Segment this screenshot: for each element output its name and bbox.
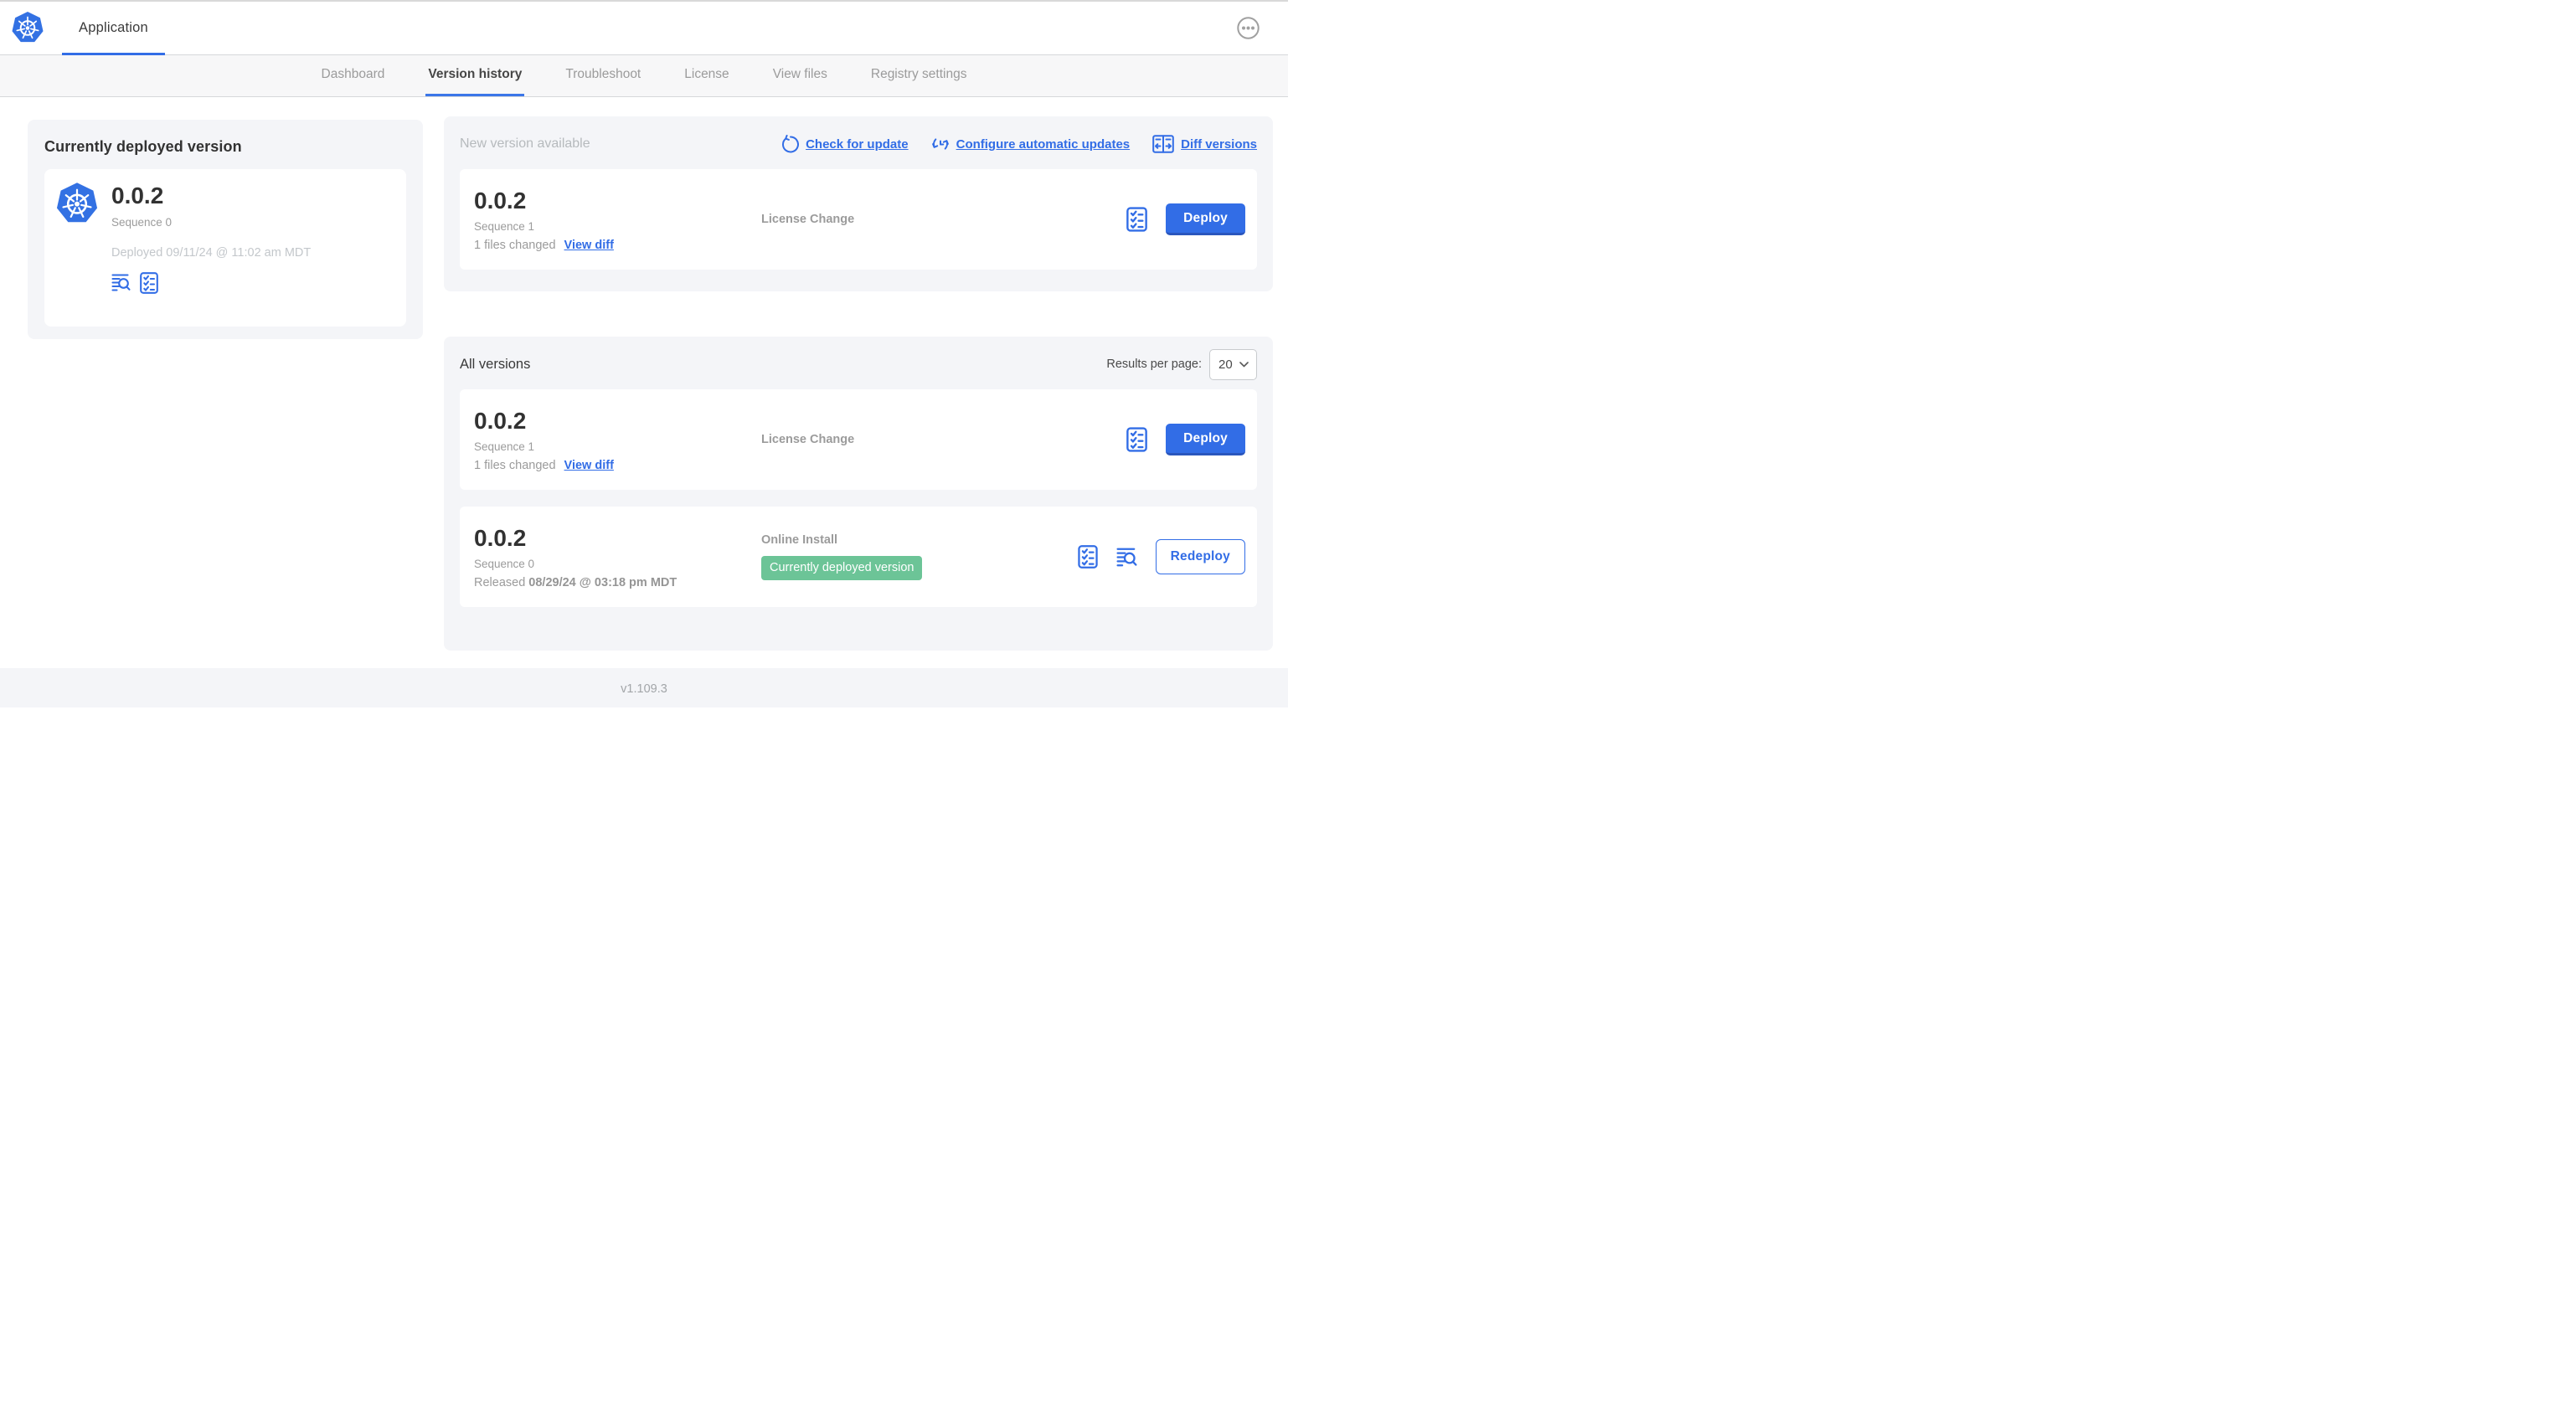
version-source: Online Install [761, 533, 838, 548]
tab-registry-settings[interactable]: Registry settings [868, 55, 970, 96]
currently-deployed-badge: Currently deployed version [761, 556, 923, 580]
app-tab-application[interactable]: Application [62, 2, 165, 55]
diff-versions-label: Diff versions [1181, 136, 1257, 152]
view-diff-link[interactable]: View diff [564, 239, 614, 252]
currently-deployed-panel: Currently deployed version 0.0.2 Sequenc… [28, 120, 423, 339]
diff-versions-link[interactable]: Diff versions [1152, 135, 1257, 153]
diff-icon [1152, 135, 1174, 153]
page-tabs: Dashboard Version history Troubleshoot L… [0, 55, 1288, 97]
main-content: Currently deployed version 0.0.2 Sequenc… [0, 97, 1288, 668]
version-source: License Change [761, 213, 855, 226]
configure-automatic-updates-label: Configure automatic updates [956, 136, 1131, 152]
all-versions-title: All versions [460, 356, 531, 372]
deployed-version-number: 0.0.2 [111, 183, 164, 208]
results-per-page-label: Results per page: [1106, 358, 1202, 371]
preflight-checks-icon[interactable] [140, 271, 158, 294]
kubernetes-logo-icon [11, 11, 44, 44]
kots-admin-console: Application Dashboard Version history Tr… [0, 0, 1288, 708]
chevron-down-icon [1239, 361, 1249, 368]
results-per-page-select[interactable]: 20 [1209, 348, 1257, 380]
redeploy-button[interactable]: Redeploy [1155, 539, 1245, 574]
tab-dashboard[interactable]: Dashboard [319, 55, 388, 96]
new-version-row: 0.0.2 Sequence 1 1 files changed View di… [460, 169, 1257, 270]
new-version-title: New version available [460, 136, 590, 151]
app-header: Application [0, 2, 1288, 55]
view-logs-icon[interactable] [1116, 547, 1137, 568]
view-diff-link[interactable]: View diff [564, 459, 614, 472]
check-for-update-label: Check for update [806, 136, 909, 152]
configure-automatic-updates-link[interactable]: Configure automatic updates [931, 135, 1131, 153]
tab-license[interactable]: License [682, 55, 731, 96]
preflight-checks-icon[interactable] [1077, 545, 1098, 569]
row-sequence: Sequence 1 [474, 220, 535, 234]
new-version-panel: New version available Check for update C… [444, 116, 1273, 291]
app-footer: v1.109.3 [0, 668, 1288, 708]
row-version-number: 0.0.2 [474, 407, 527, 434]
row-version-number: 0.0.2 [474, 524, 527, 551]
active-tab-underline [62, 53, 165, 55]
released-prefix: Released [474, 576, 529, 590]
tab-view-files[interactable]: View files [770, 55, 830, 96]
files-changed-text: 1 files changed [474, 239, 556, 253]
deployed-sequence: Sequence 0 [111, 215, 173, 229]
row-sequence: Sequence 1 [474, 440, 535, 454]
currently-deployed-title: Currently deployed version [44, 138, 242, 155]
results-per-page-value: 20 [1218, 357, 1233, 372]
view-logs-icon[interactable] [111, 273, 131, 292]
tab-troubleshoot[interactable]: Troubleshoot [563, 55, 643, 96]
deploy-button[interactable]: Deploy [1166, 424, 1245, 455]
row-sequence: Sequence 0 [474, 558, 535, 571]
deploy-button[interactable]: Deploy [1166, 203, 1245, 235]
tab-version-history[interactable]: Version history [425, 55, 525, 96]
deployed-timestamp: Deployed 09/11/24 @ 11:02 am MDT [111, 245, 312, 260]
auto-update-icon [931, 135, 950, 153]
check-for-update-link[interactable]: Check for update [781, 135, 909, 153]
preflight-checks-icon[interactable] [1126, 427, 1147, 452]
console-version: v1.109.3 [621, 682, 667, 696]
released-timestamp: 08/29/24 @ 03:18 pm MDT [528, 576, 677, 590]
deployed-version-card: 0.0.2 Sequence 0 Deployed 09/11/24 @ 11:… [44, 169, 406, 327]
refresh-icon [781, 135, 800, 153]
all-versions-panel: All versions Results per page: 20 0.0.2 … [444, 337, 1273, 651]
app-tab-label: Application [79, 20, 148, 35]
version-source: License Change [761, 433, 855, 446]
version-row-sequence-1: 0.0.2 Sequence 1 1 files changed View di… [460, 389, 1257, 490]
files-changed-text: 1 files changed [474, 459, 556, 473]
row-version-number: 0.0.2 [474, 187, 527, 214]
preflight-checks-icon[interactable] [1126, 207, 1147, 232]
more-options-icon[interactable] [1237, 17, 1260, 39]
app-logo-icon [55, 182, 99, 225]
version-row-sequence-0: 0.0.2 Sequence 0 Released 08/29/24 @ 03:… [460, 507, 1257, 607]
